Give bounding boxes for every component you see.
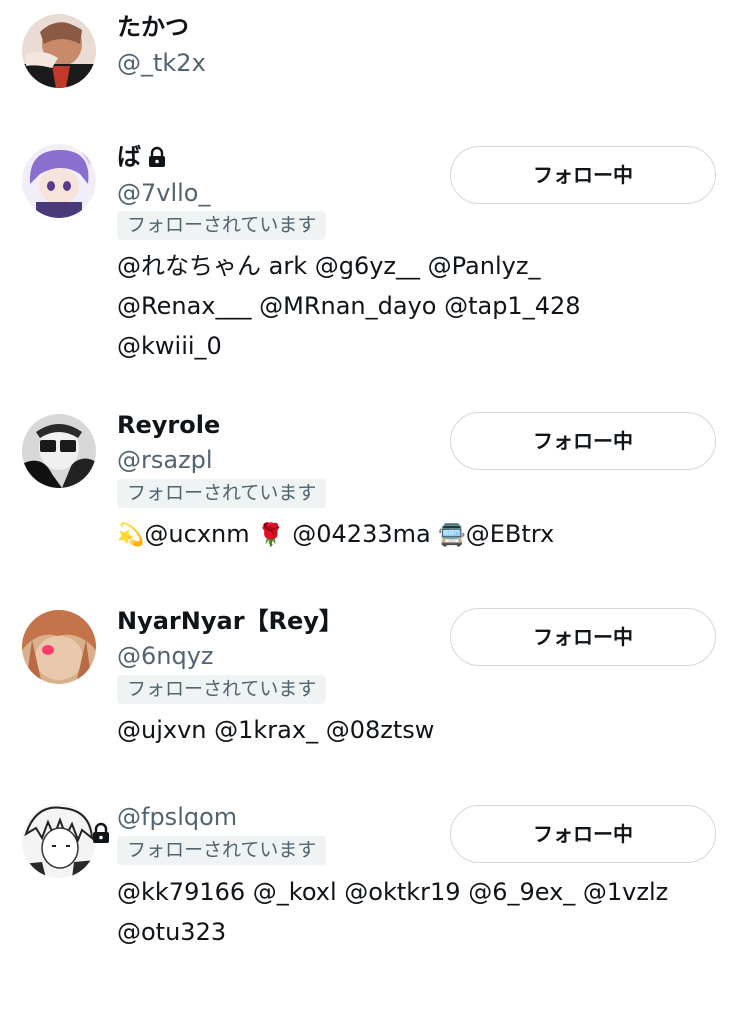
- bus-emoji: 🚍: [438, 523, 466, 548]
- rose-emoji: 🌹: [257, 523, 285, 548]
- display-name: Reyrole: [117, 411, 221, 439]
- following-button[interactable]: フォロー中: [450, 412, 716, 470]
- mention-link[interactable]: @ucxnm: [144, 520, 257, 548]
- follows-you-badge: フォローされています: [117, 675, 327, 704]
- following-button[interactable]: フォロー中: [450, 608, 716, 666]
- follows-you-badge: フォローされています: [117, 211, 327, 240]
- dizzy-emoji: 💫: [117, 523, 145, 548]
- avatar[interactable]: [22, 610, 96, 684]
- bio-line: @ujxvn @1krax_ @08ztsw: [117, 716, 435, 744]
- handle: @6nqyz: [117, 642, 214, 670]
- display-name: NyarNyar【Rey】: [117, 607, 343, 635]
- bio-line: @れなちゃん ark @g6yz__ @Panlyz_: [117, 252, 541, 280]
- bio: @れなちゃん ark @g6yz__ @Panlyz_ @Renax___ @M…: [117, 246, 717, 366]
- bio: @kk79166 @_koxl @oktkr19 @6_9ex_ @1vzlz …: [117, 872, 717, 952]
- follows-you-badge: フォローされています: [117, 479, 327, 508]
- follows-you-badge: フォローされています: [117, 836, 327, 865]
- mention-link[interactable]: @04233ma: [285, 520, 439, 548]
- bio: 💫@ucxnm 🌹 @04233ma 🚍@EBtrx: [117, 514, 717, 556]
- bio-line: @Renax___ @MRnan_dayo @tap1_428: [117, 292, 581, 320]
- user-row[interactable]: @fpslqom フォローされています フォロー中 @kk79166 @_kox…: [0, 792, 733, 962]
- bio: @ujxvn @1krax_ @08ztsw: [117, 710, 717, 750]
- bio-line: @kwiii_0: [117, 332, 222, 360]
- handle: @7vllo_: [117, 179, 211, 207]
- lock-icon: [149, 146, 165, 167]
- handle: @_tk2x: [117, 49, 206, 77]
- following-button[interactable]: フォロー中: [450, 805, 716, 863]
- user-row[interactable]: Reyrole @rsazpl フォローされています フォロー中 💫@ucxnm…: [0, 400, 733, 570]
- avatar[interactable]: [22, 14, 96, 88]
- display-name: たかつ: [117, 13, 189, 41]
- avatar[interactable]: [22, 144, 96, 218]
- avatar[interactable]: [22, 414, 96, 488]
- handle: @fpslqom: [117, 803, 238, 831]
- user-row[interactable]: ば @7vllo_ フォローされています フォロー中 @れなちゃん ark @g…: [0, 130, 733, 370]
- user-row[interactable]: たかつ @_tk2x: [0, 0, 733, 110]
- handle: @rsazpl: [117, 446, 213, 474]
- bio-line: @kk79166 @_koxl @oktkr19 @6_9ex_ @1vzlz: [117, 878, 669, 906]
- bio-line: @otu323: [117, 918, 227, 946]
- lock-icon: [93, 822, 109, 843]
- following-button[interactable]: フォロー中: [450, 146, 716, 204]
- user-row[interactable]: NyarNyar【Rey】 @6nqyz フォローされています フォロー中 @u…: [0, 596, 733, 756]
- display-name: ば: [117, 142, 167, 172]
- avatar[interactable]: [22, 804, 96, 878]
- bio-line: 💫@ucxnm 🌹 @04233ma 🚍@EBtrx: [117, 514, 717, 556]
- mention-link[interactable]: @EBtrx: [466, 520, 554, 548]
